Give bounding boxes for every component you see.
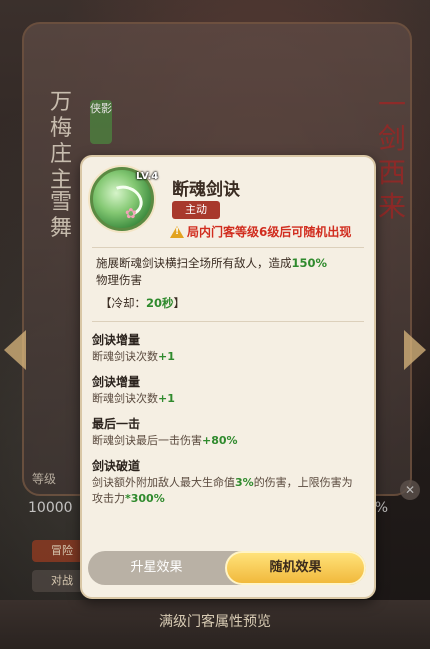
effect-value: +80% (202, 434, 238, 447)
close-icon[interactable]: ✕ (400, 480, 420, 500)
desc-text: 施展断魂剑诀横扫全场所有敌人，造成 (96, 256, 292, 270)
tab-random-effect[interactable]: 随机效果 (225, 551, 366, 585)
cooldown-value: 20秒 (146, 296, 174, 310)
effect-value: +1 (158, 392, 175, 405)
warning-icon: ! (170, 225, 184, 238)
divider (92, 247, 364, 248)
effect-tabs: 升星效果 随机效果 (88, 551, 366, 585)
effect-desc: 剑诀额外附加敌人最大生命值3%的伤害，上限伤害为攻击力*300% (92, 475, 362, 507)
cooldown-label: 【冷却： (100, 296, 146, 310)
effect-title: 剑诀破道 (92, 459, 141, 473)
skill-level: LV.4 (136, 171, 159, 182)
unlock-warning: ! 局内门客等级6级后可随机出现 (170, 223, 351, 240)
skill-name: 断魂剑诀 (172, 180, 240, 200)
effect-title: 剑诀增量 (92, 375, 141, 389)
skill-type-badge: 主动 (172, 201, 220, 219)
hero-tag: 侠影 (90, 100, 112, 144)
pct-value: % (374, 500, 388, 516)
next-arrow-icon[interactable] (404, 330, 426, 370)
effect-value: 3% (235, 476, 254, 489)
desc-text-end: 物理伤害 (96, 273, 142, 287)
flower-icon: ✿ (125, 206, 137, 222)
warning-text: 局内门客等级6级后可随机出现 (187, 225, 352, 239)
effect-value: +1 (158, 350, 175, 363)
max-level-preview-button[interactable]: 满级门客属性预览 (0, 611, 430, 631)
effect-desc: 断魂剑诀次数+1 (92, 391, 362, 407)
effect-desc-text: 断魂剑诀最后一击伤害 (92, 434, 202, 447)
calligraphy-text: 一剑西来 (377, 88, 406, 223)
effect-title: 最后一击 (92, 417, 141, 431)
level-label: 等级 (32, 472, 57, 486)
cooldown: 【冷却：20秒】 (100, 295, 185, 311)
skill-popup: ✿ LV.4 断魂剑诀 主动 ! 局内门客等级6级后可随机出现 施展断魂剑诀横扫… (80, 155, 376, 599)
effect-desc-text: 断魂剑诀次数 (92, 350, 158, 363)
effect-item: 剑诀增量 断魂剑诀次数+1 (92, 331, 362, 365)
effect-item: 剑诀增量 断魂剑诀次数+1 (92, 373, 362, 407)
effect-title: 剑诀增量 (92, 333, 141, 347)
effect-desc: 断魂剑诀次数+1 (92, 349, 362, 365)
skill-description: 施展断魂剑诀横扫全场所有敌人，造成150% 物理伤害 (96, 255, 358, 289)
prev-arrow-icon[interactable] (4, 330, 26, 370)
desc-percent: 150% (291, 256, 328, 270)
tab-star-effect[interactable]: 升星效果 (88, 551, 225, 585)
effect-value: *300% (125, 492, 165, 505)
effect-desc: 断魂剑诀最后一击伤害+80% (92, 433, 362, 449)
power-value: 10000 (28, 500, 73, 516)
cooldown-end: 】 (173, 296, 186, 310)
effect-item: 最后一击 断魂剑诀最后一击伤害+80% (92, 415, 362, 449)
effect-item: 剑诀破道 剑诀额外附加敌人最大生命值3%的伤害，上限伤害为攻击力*300% (92, 457, 362, 507)
effect-desc-text: 断魂剑诀次数 (92, 392, 158, 405)
effect-desc-text: 剑诀额外附加敌人最大生命值 (92, 476, 235, 489)
divider (92, 321, 364, 322)
